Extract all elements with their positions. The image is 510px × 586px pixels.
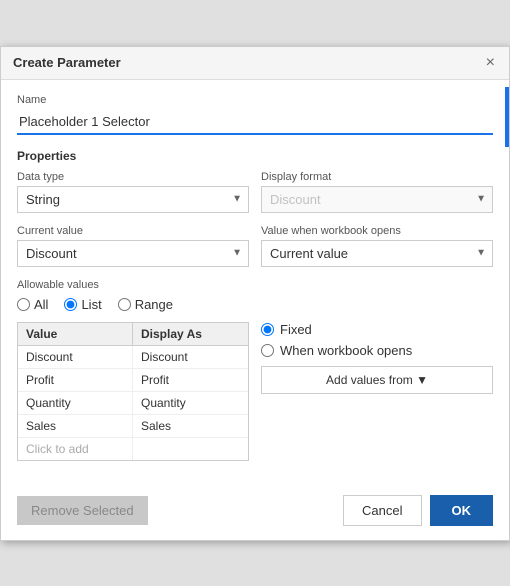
allowable-list-radio[interactable] xyxy=(64,298,77,311)
display-format-select-wrapper: Discount ▼ xyxy=(261,186,493,213)
when-opens-label: When workbook opens xyxy=(280,343,412,358)
name-label: Name xyxy=(17,94,493,106)
when-opens-radio[interactable] xyxy=(261,344,274,357)
fixed-radio[interactable] xyxy=(261,323,274,336)
allowable-section: Allowable values All List Range xyxy=(17,279,493,461)
current-value-select-wrapper: Discount Profit Quantity Sales ▼ xyxy=(17,240,249,267)
row-display-2: Profit xyxy=(133,369,248,391)
table-right-layout: Value Display As Discount Discount Profi… xyxy=(17,322,493,461)
display-as-header: Display As xyxy=(133,323,248,345)
allowable-range-option[interactable]: Range xyxy=(118,297,173,312)
name-section: Name xyxy=(17,94,493,135)
display-format-field: Display format Discount ▼ xyxy=(261,171,493,213)
value-when-opens-field: Value when workbook opens Current value … xyxy=(261,225,493,267)
table-row[interactable]: Profit Profit xyxy=(18,369,248,392)
allowable-list-option[interactable]: List xyxy=(64,297,101,312)
table-header-row: Value Display As xyxy=(18,323,248,346)
dialog-body: Name Properties Data type String Integer… xyxy=(1,80,509,485)
data-type-label: Data type xyxy=(17,171,249,183)
remove-selected-button[interactable]: Remove Selected xyxy=(17,496,148,525)
allowable-range-label: Range xyxy=(135,297,173,312)
table-row[interactable]: Sales Sales xyxy=(18,415,248,438)
display-format-select[interactable]: Discount xyxy=(262,187,492,212)
fixed-radio-group: Fixed When workbook opens xyxy=(261,322,493,358)
current-value-opens-row: Current value Discount Profit Quantity S… xyxy=(17,225,493,267)
row-value-2: Profit xyxy=(18,369,133,391)
allowable-all-option[interactable]: All xyxy=(17,297,48,312)
table-row-add[interactable]: Click to add xyxy=(18,438,248,460)
data-type-select[interactable]: String Integer Float xyxy=(18,187,248,212)
value-header: Value xyxy=(18,323,133,345)
right-panel: Fixed When workbook opens Add values fro… xyxy=(261,322,493,461)
create-parameter-dialog: Create Parameter × Name Properties Data … xyxy=(0,46,510,541)
dialog-header: Create Parameter × xyxy=(1,47,509,80)
dialog-footer: Remove Selected Cancel OK xyxy=(1,485,509,540)
data-type-field: Data type String Integer Float ▼ xyxy=(17,171,249,213)
value-when-opens-label: Value when workbook opens xyxy=(261,225,493,237)
click-to-add-display xyxy=(133,438,248,460)
row-value-4: Sales xyxy=(18,415,133,437)
when-opens-option[interactable]: When workbook opens xyxy=(261,343,493,358)
value-when-opens-select[interactable]: Current value Prompt user xyxy=(262,241,492,266)
allowable-list-label: List xyxy=(81,297,101,312)
fixed-label: Fixed xyxy=(280,322,312,337)
row-display-1: Discount xyxy=(133,346,248,368)
table-row[interactable]: Quantity Quantity xyxy=(18,392,248,415)
cancel-button[interactable]: Cancel xyxy=(343,495,421,526)
row-value-1: Discount xyxy=(18,346,133,368)
row-display-3: Quantity xyxy=(133,392,248,414)
properties-label: Properties xyxy=(17,149,493,163)
add-values-button[interactable]: Add values from ▼ xyxy=(261,366,493,394)
footer-actions: Cancel OK xyxy=(343,495,493,526)
allowable-radio-group: All List Range xyxy=(17,297,493,312)
click-to-add-cell[interactable]: Click to add xyxy=(18,438,133,460)
name-input[interactable] xyxy=(17,110,493,135)
current-value-field: Current value Discount Profit Quantity S… xyxy=(17,225,249,267)
value-when-opens-select-wrapper: Current value Prompt user ▼ xyxy=(261,240,493,267)
current-value-select[interactable]: Discount Profit Quantity Sales xyxy=(18,241,248,266)
allowable-all-label: All xyxy=(34,297,48,312)
allowable-values-label: Allowable values xyxy=(17,279,493,291)
data-type-display-format-row: Data type String Integer Float ▼ Display… xyxy=(17,171,493,213)
allowable-range-radio[interactable] xyxy=(118,298,131,311)
display-format-label: Display format xyxy=(261,171,493,183)
fixed-option[interactable]: Fixed xyxy=(261,322,493,337)
row-value-3: Quantity xyxy=(18,392,133,414)
data-type-select-wrapper: String Integer Float ▼ xyxy=(17,186,249,213)
current-value-label: Current value xyxy=(17,225,249,237)
allowable-all-radio[interactable] xyxy=(17,298,30,311)
close-button[interactable]: × xyxy=(484,55,497,71)
table-row[interactable]: Discount Discount xyxy=(18,346,248,369)
blue-accent-bar xyxy=(505,87,509,147)
row-display-4: Sales xyxy=(133,415,248,437)
dialog-title: Create Parameter xyxy=(13,55,121,70)
values-table: Value Display As Discount Discount Profi… xyxy=(17,322,249,461)
ok-button[interactable]: OK xyxy=(430,495,494,526)
